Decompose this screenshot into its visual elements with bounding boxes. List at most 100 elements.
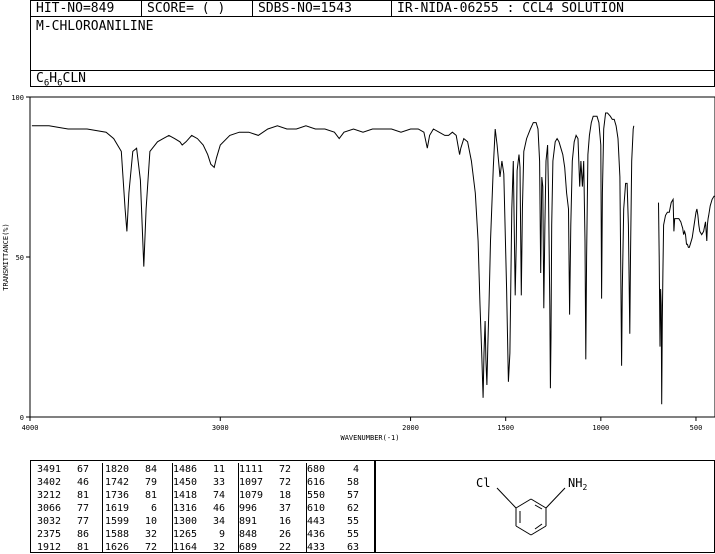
peak-transmittance: 32 xyxy=(137,528,157,541)
peak-transmittance: 4 xyxy=(339,463,359,476)
peak-wavenumber: 3402 xyxy=(37,476,69,489)
peak-row: 182084 xyxy=(105,463,172,476)
peak-transmittance: 77 xyxy=(69,515,89,528)
nh2-subscript: 2 xyxy=(582,483,587,492)
peak-row: 340246 xyxy=(37,476,102,489)
peak-transmittance: 55 xyxy=(339,528,359,541)
peak-transmittance: 86 xyxy=(69,528,89,541)
peak-wavenumber: 1742 xyxy=(105,476,137,489)
ring-double-bond xyxy=(535,505,542,509)
x-tick-label: 500 xyxy=(690,424,703,432)
peak-transmittance: 72 xyxy=(271,476,291,489)
peak-transmittance: 84 xyxy=(137,463,157,476)
peak-transmittance: 81 xyxy=(69,541,89,554)
peak-wavenumber: 996 xyxy=(239,502,271,515)
peak-wavenumber: 1079 xyxy=(239,489,271,502)
peak-row: 131646 xyxy=(173,502,238,515)
spectrum-line xyxy=(659,196,715,404)
x-tick-label: 3000 xyxy=(212,424,229,432)
peak-wavenumber: 1097 xyxy=(239,476,271,489)
ring-bond xyxy=(531,526,546,535)
peak-wavenumber: 1912 xyxy=(37,541,69,554)
peak-wavenumber: 1300 xyxy=(173,515,205,528)
x-axis-label: WAVENUMBER(-1) xyxy=(340,434,399,442)
peak-transmittance: 81 xyxy=(69,489,89,502)
peak-row: 84826 xyxy=(239,528,306,541)
ring-bond xyxy=(516,526,531,535)
peak-wavenumber: 891 xyxy=(239,515,271,528)
peak-transmittance: 77 xyxy=(69,502,89,515)
peak-row: 89116 xyxy=(239,515,306,528)
peak-wavenumber: 2375 xyxy=(37,528,69,541)
peak-transmittance: 74 xyxy=(205,489,225,502)
peak-row: 12659 xyxy=(173,528,238,541)
peak-wavenumber: 616 xyxy=(307,476,339,489)
spectrum-line xyxy=(32,113,634,398)
peak-transmittance: 62 xyxy=(339,502,359,515)
peak-row: 111172 xyxy=(239,463,306,476)
peak-row: 349167 xyxy=(37,463,102,476)
peak-row: 162672 xyxy=(105,541,172,554)
peak-wavenumber: 3032 xyxy=(37,515,69,528)
ir-spectrum-chart: 050100 40003000200015001000500 WAVENUMBE… xyxy=(0,0,715,460)
peak-wavenumber: 1265 xyxy=(173,528,205,541)
peak-wavenumber: 1626 xyxy=(105,541,137,554)
peak-row: 321281 xyxy=(37,489,102,502)
peak-transmittance: 34 xyxy=(205,515,225,528)
peak-row: 191281 xyxy=(37,541,102,554)
peak-column: 3491673402463212813066773032772375861912… xyxy=(37,463,103,552)
peak-wavenumber: 1111 xyxy=(239,463,271,476)
peak-transmittance: 37 xyxy=(271,502,291,515)
peak-column: 1486111450331418741316461300341265911643… xyxy=(173,463,239,552)
peak-row: 16196 xyxy=(105,502,172,515)
peak-row: 61658 xyxy=(307,476,373,489)
peak-column: 11117210977210791899637891168482668922 xyxy=(239,463,307,552)
peak-row: 116432 xyxy=(173,541,238,554)
peak-row: 107918 xyxy=(239,489,306,502)
cl-bond xyxy=(497,488,516,508)
ring-bond xyxy=(516,499,531,508)
peak-row: 44355 xyxy=(307,515,373,528)
peak-transmittance: 63 xyxy=(339,541,359,554)
peak-transmittance: 11 xyxy=(205,463,225,476)
peak-wavenumber: 1619 xyxy=(105,502,137,515)
peak-transmittance: 6 xyxy=(137,502,157,515)
peak-wavenumber: 610 xyxy=(307,502,339,515)
peak-wavenumber: 1486 xyxy=(173,463,205,476)
peak-wavenumber: 3491 xyxy=(37,463,69,476)
plot-frame xyxy=(30,97,715,417)
peak-transmittance: 10 xyxy=(137,515,157,528)
peak-row: 55057 xyxy=(307,489,373,502)
y-axis-label: TRANSMITTANCE(%) xyxy=(2,223,10,290)
peak-wavenumber: 680 xyxy=(307,463,339,476)
peak-wavenumber: 1418 xyxy=(173,489,205,502)
peak-table: 3491673402463212813066773032772375861912… xyxy=(30,460,375,553)
cl-label: Cl xyxy=(476,476,490,490)
ring-double-bond xyxy=(535,524,542,529)
y-tick-label: 0 xyxy=(20,414,24,422)
structure-drawing: Cl NH2 xyxy=(376,461,714,552)
peak-wavenumber: 3066 xyxy=(37,502,69,515)
peak-transmittance: 22 xyxy=(271,541,291,554)
peak-wavenumber: 1164 xyxy=(173,541,205,554)
peak-wavenumber: 1316 xyxy=(173,502,205,515)
peak-wavenumber: 433 xyxy=(307,541,339,554)
nh2-text: NH xyxy=(568,476,582,490)
peak-wavenumber: 1820 xyxy=(105,463,137,476)
peak-transmittance: 81 xyxy=(137,489,157,502)
peak-row: 130034 xyxy=(173,515,238,528)
peak-wavenumber: 1588 xyxy=(105,528,137,541)
peak-column: 1820841742791736811619615991015883216267… xyxy=(105,463,173,552)
peak-wavenumber: 443 xyxy=(307,515,339,528)
peak-row: 306677 xyxy=(37,502,102,515)
peak-row: 99637 xyxy=(239,502,306,515)
x-tick-label: 1000 xyxy=(592,424,609,432)
peak-wavenumber: 436 xyxy=(307,528,339,541)
peak-wavenumber: 689 xyxy=(239,541,271,554)
peak-transmittance: 72 xyxy=(137,541,157,554)
peak-column: 6804616585505761062443554365543363 xyxy=(307,463,373,552)
peak-row: 174279 xyxy=(105,476,172,489)
peak-wavenumber: 848 xyxy=(239,528,271,541)
x-tick-label: 4000 xyxy=(22,424,39,432)
peak-transmittance: 33 xyxy=(205,476,225,489)
